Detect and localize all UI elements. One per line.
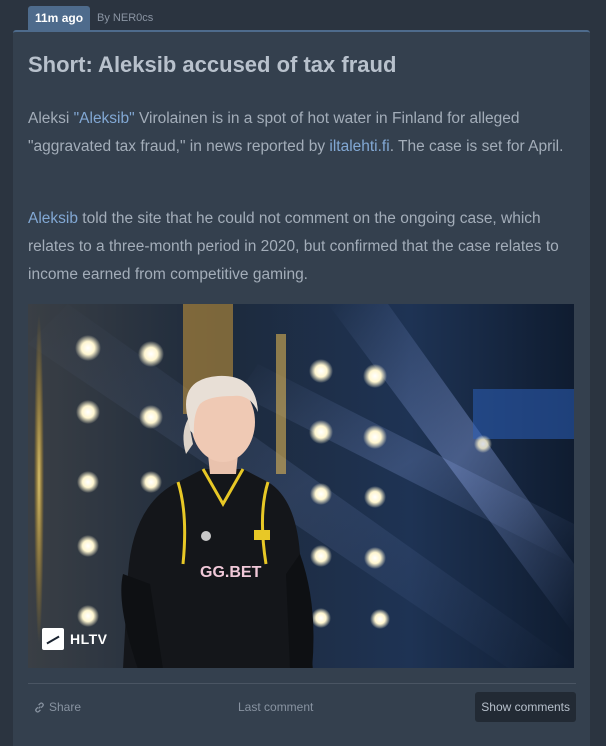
post-card: Short: Aleksib accused of tax fraud Alek…	[13, 30, 590, 746]
link-icon	[35, 701, 44, 713]
jersey-sponsor-text: GG.BET	[200, 564, 262, 581]
post-paragraph-1: Aleksi "Aleksib" Virolainen is in a spot…	[28, 105, 576, 161]
hltv-logo: HLTV	[42, 628, 108, 650]
post-title: Short: Aleksib accused of tax fraud	[28, 52, 397, 77]
post-photo: GG.BET HLTV	[28, 304, 574, 668]
share-label: Share	[49, 700, 82, 714]
source-link[interactable]: iltalehti.fi	[329, 138, 389, 155]
time-badge: 11m ago	[28, 6, 91, 30]
author-label[interactable]: By NER0cs	[97, 12, 153, 24]
post-footer: Share Last comment Show comments	[28, 690, 576, 724]
paragraph-text: told the site that he could not comment …	[28, 210, 559, 283]
player-link[interactable]: Aleksib	[28, 210, 78, 227]
page: 11m ago By NER0cs Short: Aleksib accused…	[0, 0, 606, 746]
share-button[interactable]: Share	[34, 700, 81, 714]
post-meta: 11m ago By NER0cs	[28, 6, 153, 30]
post-paragraph-2: Aleksib told the site that he could not …	[28, 205, 576, 289]
player-link[interactable]: "Aleksib"	[74, 110, 135, 127]
paragraph-text: . The case is set for April.	[389, 138, 564, 155]
hltv-watermark-text: HLTV	[70, 631, 108, 647]
footer-divider	[28, 683, 576, 684]
last-comment-link[interactable]: Last comment	[238, 700, 313, 714]
paragraph-text: Aleksi	[28, 110, 74, 127]
photo-illustration: GG.BET	[28, 304, 574, 668]
show-comments-button[interactable]: Show comments	[475, 692, 576, 722]
hltv-logo-icon	[42, 628, 64, 650]
